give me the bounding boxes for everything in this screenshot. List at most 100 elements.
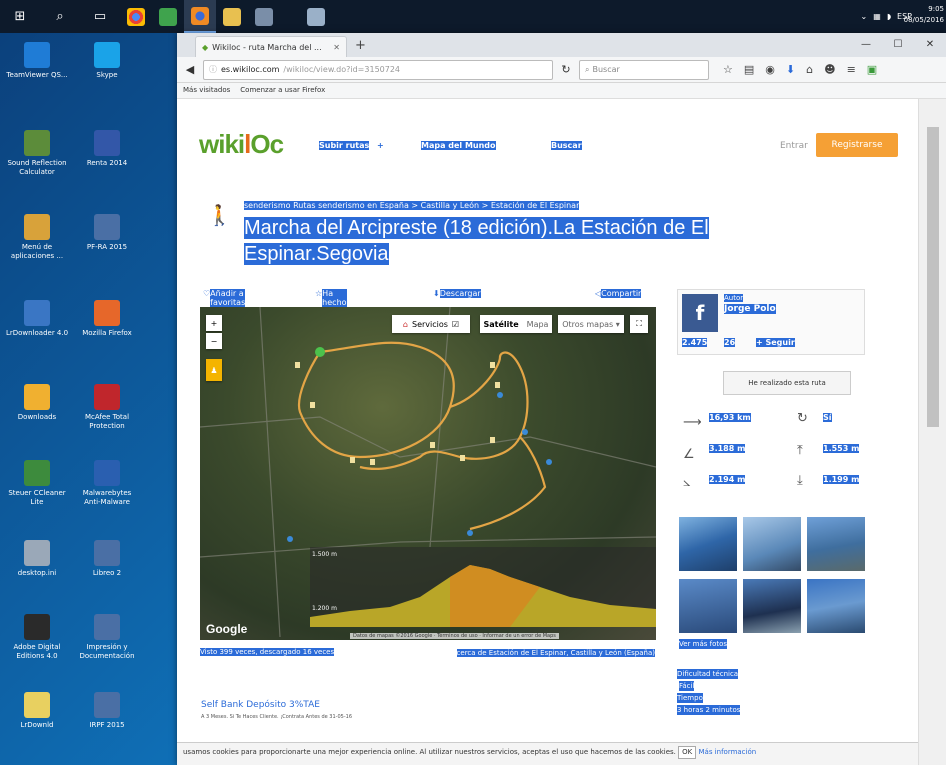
firefox-taskbar-icon[interactable] <box>184 0 216 33</box>
location-link[interactable]: cerca de Estación de El Espinar, Castill… <box>441 648 655 658</box>
elevation-profile[interactable]: 1.500 m 1.200 m <box>310 547 656 627</box>
menu-icon[interactable]: ≡ <box>847 63 856 76</box>
desktop-icon[interactable]: LrDownld <box>4 692 70 730</box>
app-icon <box>24 614 50 640</box>
author-name[interactable]: Jorge Polo <box>724 304 776 314</box>
desktop-icon[interactable]: Steuer CCleaner Lite <box>4 460 70 507</box>
add-favorite-link[interactable]: ♡ Añadir a favoritas <box>203 289 245 307</box>
map-footer[interactable]: Datos de mapas ©2016 Google · Términos d… <box>350 633 559 639</box>
scrollbar-thumb[interactable] <box>927 127 939 427</box>
chevron-up-icon[interactable]: ⌄ <box>861 12 868 21</box>
bookmarks-bar: Más visitados Comenzar a usar Firefox <box>177 83 946 99</box>
login-link[interactable]: Entrar <box>780 141 808 151</box>
url-bar[interactable]: ⓘ es.wikiloc.com/wikiloc/view.do?id=3150… <box>203 59 553 80</box>
trail-photo[interactable] <box>743 517 801 571</box>
done-route-button[interactable]: He realizado esta ruta <box>723 371 851 395</box>
author-followers[interactable]: 26 <box>724 338 736 347</box>
minimize-button[interactable]: — <box>850 33 882 55</box>
maximize-button[interactable]: ☐ <box>882 33 914 55</box>
mark-done-link[interactable]: ☆ Ha hecho esta ruta <box>315 289 347 325</box>
trail-photo[interactable] <box>679 517 737 571</box>
share-link[interactable]: ◁ Compartir <box>595 289 642 298</box>
bookmark-get-started[interactable]: Comenzar a usar Firefox <box>240 86 325 95</box>
desktop-icon-label: Menú de aplicaciones ... <box>10 243 64 260</box>
clock[interactable]: 9:05 08/05/2016 <box>904 4 944 26</box>
see-more-photos-link[interactable]: Ver más fotos <box>679 639 728 649</box>
desktop-icon[interactable]: Impresión y Documentación <box>74 614 140 661</box>
back-button[interactable]: ◀ <box>181 63 199 76</box>
bookmark-star-icon[interactable]: ☆ <box>723 63 733 76</box>
desktop-icon[interactable]: IRPF 2015 <box>74 692 140 730</box>
desktop-icon[interactable]: LrDownloader 4.0 <box>4 300 70 338</box>
download-link[interactable]: ⬇ Descargar <box>433 289 481 298</box>
desktop-icon[interactable]: PF-RA 2015 <box>74 214 140 252</box>
avatar[interactable]: f <box>682 294 718 332</box>
scrollbar[interactable] <box>918 99 946 765</box>
desktop-icon[interactable]: Libreo 2 <box>74 540 140 578</box>
trail-map[interactable]: + − ♟ ⌂ Servicios ☑ Satélite Mapa Otros map… <box>200 307 656 640</box>
app-taskbar-icon[interactable] <box>248 0 280 33</box>
photos-taskbar-icon[interactable] <box>152 0 184 33</box>
volume-icon[interactable]: ◗ <box>887 12 891 21</box>
trail-photo[interactable] <box>679 579 737 633</box>
desktop-icon[interactable]: Mozilla Firefox <box>74 300 140 338</box>
network-icon[interactable]: ▦ <box>873 12 881 21</box>
desktop-icon-label: LrDownloader 4.0 <box>5 329 69 337</box>
nav-world-map[interactable]: Mapa del Mundo <box>421 141 496 150</box>
info-icon[interactable]: ⓘ <box>209 64 217 75</box>
trail-photo[interactable] <box>807 579 865 633</box>
desktop-icon[interactable]: desktop.ini <box>4 540 70 578</box>
task-view-icon[interactable]: ▭ <box>80 0 120 33</box>
extension-icon[interactable]: ▣ <box>867 63 877 76</box>
max-altitude-value: 1.553 m <box>823 444 860 453</box>
trail-photo[interactable] <box>807 517 865 571</box>
desktop-icon[interactable]: Adobe Digital Editions 4.0 <box>4 614 70 661</box>
home-icon[interactable]: ⌂ <box>806 63 813 76</box>
desktop-icon[interactable]: Menú de aplicaciones ... <box>4 214 70 261</box>
loop-value: Sí <box>823 413 832 422</box>
bookmark-most-visited[interactable]: Más visitados <box>183 86 230 95</box>
explorer-taskbar-icon[interactable] <box>216 0 248 33</box>
fullscreen-icon[interactable]: ⛶ <box>630 315 648 333</box>
new-tab-button[interactable]: + <box>355 38 366 53</box>
nav-upload-routes[interactable]: Subir rutas <box>319 141 370 150</box>
pocket-icon[interactable]: ◉ <box>765 63 775 76</box>
ad-title[interactable]: Self Bank Depósito 3%TAE <box>201 700 320 710</box>
desktop-icon[interactable]: Sound Reflection Calculator <box>4 130 70 177</box>
reload-button[interactable]: ↻ <box>557 63 575 76</box>
zoom-in-button[interactable]: + <box>206 315 222 331</box>
desktop-icon[interactable]: TeamViewer QS... <box>4 42 70 80</box>
trail-photo[interactable] <box>743 579 801 633</box>
zoom-out-button[interactable]: − <box>206 333 222 349</box>
start-button[interactable]: ⊞ <box>0 0 40 33</box>
wikiloc-logo[interactable]: wikilOc <box>199 129 284 160</box>
search-icon[interactable]: ⌕ <box>40 0 80 33</box>
calculator-taskbar-icon[interactable] <box>300 0 332 33</box>
close-tab-icon[interactable]: ✕ <box>333 43 340 52</box>
other-maps-dropdown[interactable]: Otros mapas ▾ <box>558 315 624 333</box>
desktop-icon[interactable]: Skype <box>74 42 140 80</box>
app-icon <box>94 460 120 486</box>
desktop-icon[interactable]: McAfee Total Protection <box>74 384 140 431</box>
nav-search[interactable]: Buscar <box>551 141 582 150</box>
map-type-switch[interactable]: Satélite Mapa <box>480 315 552 333</box>
cookie-more-link[interactable]: Más información <box>698 748 756 756</box>
author-routes[interactable]: 2.475 <box>682 338 708 347</box>
cookie-ok-button[interactable]: OK <box>678 746 697 759</box>
desktop-icon[interactable]: Downloads <box>4 384 70 422</box>
services-toggle[interactable]: ⌂ Servicios ☑ <box>392 315 470 333</box>
register-button[interactable]: Registrarse <box>816 133 898 157</box>
follow-button[interactable]: + Seguir <box>756 338 795 347</box>
close-window-button[interactable]: ✕ <box>914 33 946 55</box>
sync-icon[interactable]: ☻ <box>824 63 835 76</box>
desktop-icon[interactable]: Renta 2014 <box>74 130 140 168</box>
desktop-icon[interactable]: Malwarebytes Anti-Malware <box>74 460 140 507</box>
breadcrumb[interactable]: senderismo Rutas senderismo en España > … <box>244 201 580 210</box>
search-input[interactable]: ⌕ Buscar <box>579 59 709 80</box>
app-icon <box>24 384 50 410</box>
chrome-taskbar-icon[interactable] <box>120 0 152 33</box>
browser-tab[interactable]: ◆ Wikiloc - ruta Marcha del ... ✕ <box>195 36 347 57</box>
library-icon[interactable]: ▤ <box>744 63 754 76</box>
download-icon[interactable]: ⬇ <box>786 63 795 76</box>
street-view-icon[interactable]: ♟ <box>206 359 222 381</box>
